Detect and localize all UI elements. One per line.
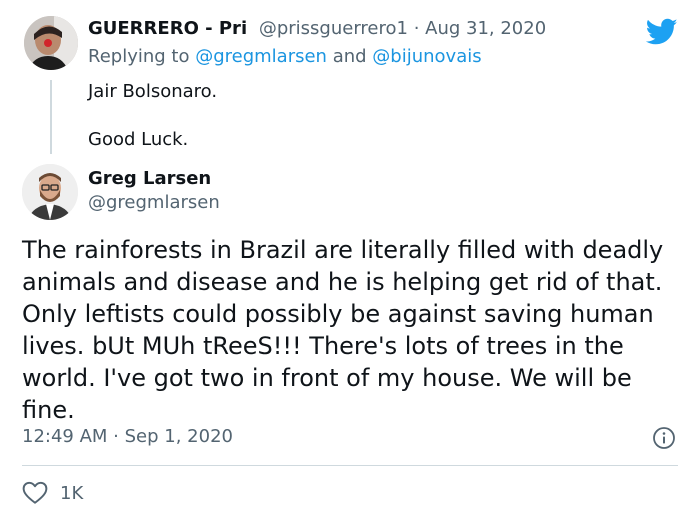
handle[interactable]: @prissguerrero1 (259, 18, 408, 39)
separator: · (407, 18, 426, 39)
like-button[interactable]: 1K (22, 480, 83, 506)
tweet-date[interactable]: Sep 1, 2020 (125, 426, 233, 447)
display-name[interactable]: GUERRERO - Pri (88, 18, 247, 39)
tweet-date[interactable]: Aug 31, 2020 (425, 18, 546, 39)
heart-icon[interactable] (22, 481, 48, 505)
reply-tweet: GUERRERO - Pri @prissguerrero1 · Aug 31,… (0, 0, 700, 160)
handle[interactable]: @gregmlarsen (88, 192, 220, 213)
reply-header: GUERRERO - Pri @prissguerrero1 · Aug 31,… (88, 18, 546, 39)
avatar[interactable] (22, 164, 78, 220)
divider (22, 465, 678, 466)
conjunction: and (326, 46, 373, 67)
display-name[interactable]: Greg Larsen (88, 168, 211, 189)
info-icon[interactable] (652, 426, 676, 450)
tweet-text: The rainforests in Brazil are literally … (22, 236, 664, 424)
reply-text: Jair Bolsonaro. Good Luck. (88, 80, 217, 152)
thread-line (50, 80, 52, 154)
mention-link[interactable]: @gregmlarsen (195, 46, 327, 67)
like-count: 1K (60, 482, 84, 504)
reply-text-line: Jair Bolsonaro. (88, 81, 218, 102)
replying-prefix: Replying to (88, 46, 196, 67)
separator: · (107, 426, 125, 447)
avatar[interactable] (24, 16, 78, 70)
reply-text-line: Good Luck. (88, 129, 189, 150)
twitter-bird-icon[interactable] (646, 18, 678, 46)
replying-to: Replying to @gregmlarsen and @bijunovais (88, 46, 482, 67)
mention-link[interactable]: @bijunovais (372, 46, 481, 67)
tweet-timestamp[interactable]: 12:49 AM · Sep 1, 2020 (22, 426, 233, 447)
tweet-time[interactable]: 12:49 AM (22, 426, 107, 447)
